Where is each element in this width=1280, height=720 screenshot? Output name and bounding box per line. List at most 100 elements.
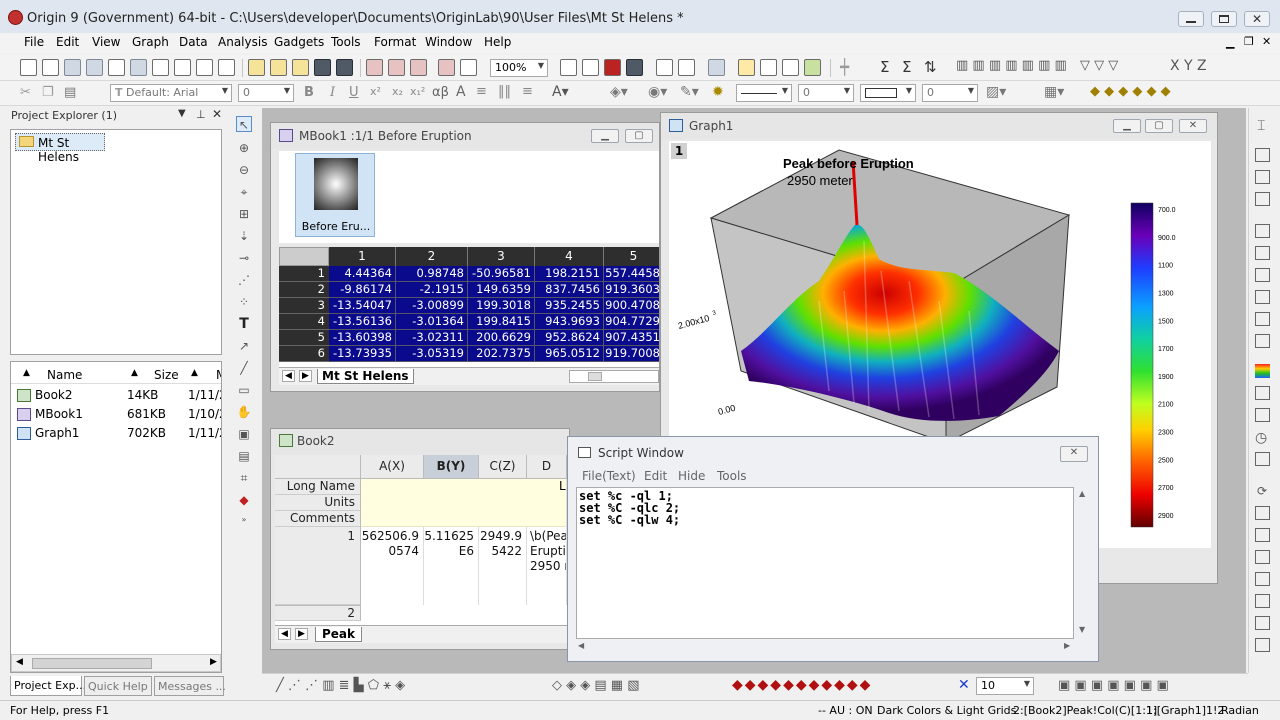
open-template-icon[interactable] (270, 59, 287, 76)
reader-icon[interactable]: ⌗ (236, 470, 252, 486)
import-wizard-icon[interactable] (366, 59, 383, 76)
hand-icon[interactable]: ✋ (236, 404, 252, 420)
matrix-cell[interactable]: 919.3603 (604, 282, 659, 298)
resize-icon[interactable] (1255, 528, 1270, 542)
open-icon[interactable] (248, 59, 265, 76)
menu-file[interactable]: File (24, 35, 44, 49)
row-label-units[interactable]: Units (275, 495, 361, 511)
fit-frame-icon[interactable]: ✕ (958, 677, 970, 693)
font-color-icon[interactable]: A▾ (552, 84, 569, 100)
col-header[interactable]: 3 (468, 247, 535, 266)
pointer-icon[interactable]: ↖ (236, 116, 252, 132)
matrix-cell[interactable]: -13.54047 (329, 298, 396, 314)
tab-messages[interactable]: Messages ... (154, 676, 226, 696)
new-script-icon[interactable] (218, 59, 235, 76)
font-size-select[interactable]: 0 ▼ (238, 84, 294, 102)
script-text[interactable]: set %c -ql 1; set %C -qlc 2; set %C -qlw… (579, 490, 680, 526)
matrix-cell[interactable]: -3.01364 (396, 314, 468, 330)
matrix-cell[interactable]: 904.7729 (604, 314, 659, 330)
new-function-icon[interactable] (152, 59, 169, 76)
col-header[interactable]: 4 (535, 247, 604, 266)
same-width-icon[interactable] (1255, 290, 1270, 304)
mdi-close-icon[interactable]: ✕ (1262, 35, 1271, 48)
script-window[interactable]: Script Window ✕ File(Text) Edit Hide Too… (567, 436, 1099, 662)
matrix-cell[interactable]: 900.4708 (604, 298, 659, 314)
rectangle-tool-icon[interactable]: ▭ (236, 382, 252, 398)
line-width-select[interactable]: 0 ▼ (798, 84, 854, 102)
matrix-grid[interactable]: 1 2 3 4 5 1 4.44364 0.98748 -50.96581 198.21… (279, 247, 659, 367)
align-right-icon[interactable] (1255, 246, 1270, 260)
tab-project-explorer[interactable]: Project Exp... (10, 676, 86, 696)
scroll-left-icon[interactable]: ◀ (16, 657, 23, 667)
script-menu-edit[interactable]: Edit (644, 469, 667, 483)
matrix-cell[interactable]: -3.00899 (396, 298, 468, 314)
hatch-icon[interactable]: ▨▾ (986, 84, 1006, 100)
zoom-out-icon[interactable]: ⊖ (236, 162, 252, 178)
notes-window-icon[interactable] (760, 59, 777, 76)
tab-next-icon[interactable]: ▶ (299, 370, 312, 382)
sum-icon[interactable]: Σ (880, 58, 889, 76)
book2-titlebar[interactable]: Book2 (271, 429, 569, 455)
script-hscroll[interactable]: ◀ ▶ (576, 641, 1074, 655)
row-header[interactable]: 2 (275, 605, 361, 621)
object-edit-icon[interactable] (1255, 170, 1270, 184)
data-selector-icon[interactable]: ⇣ (236, 228, 252, 244)
menu-format[interactable]: Format (374, 35, 416, 49)
import-ascii-icon[interactable] (388, 59, 405, 76)
script-titlebar[interactable]: Script Window ✕ (568, 437, 1098, 467)
superscript-icon[interactable]: x² (370, 85, 381, 98)
align-left-icon[interactable] (1255, 192, 1270, 206)
matrix-cell[interactable]: 0.98748 (396, 266, 468, 282)
matrix-cell[interactable]: -13.60398 (329, 330, 396, 346)
angle-step-select[interactable]: 10 ▼ (976, 677, 1034, 695)
tab-quick-help[interactable]: Quick Help (84, 676, 152, 696)
row-label-comments[interactable]: Comments (275, 511, 361, 527)
matrix-cell[interactable]: 149.6359 (468, 282, 535, 298)
corner-cell[interactable] (275, 455, 361, 479)
new-matrix-icon[interactable] (130, 59, 147, 76)
new-folder-icon[interactable] (42, 59, 59, 76)
matrix-cell[interactable]: -2.1915 (396, 282, 468, 298)
col-header[interactable]: C(Z) (479, 455, 527, 479)
tilt-icon[interactable] (1255, 572, 1270, 586)
mdi-minimize-icon[interactable]: ▁ (1226, 36, 1234, 49)
tab-prev-icon[interactable]: ◀ (282, 370, 295, 382)
graph-titlebar[interactable]: Graph1 ▁ ▢ ✕ (661, 113, 1217, 139)
pattern-icon[interactable]: ◉▾ (648, 84, 667, 100)
menu-graph[interactable]: Graph (132, 35, 169, 49)
row-header[interactable]: 1 (275, 527, 361, 605)
xyz-icons[interactable]: X Y Z (1170, 58, 1207, 74)
row-header[interactable]: 6 (279, 346, 329, 362)
new-workbook-icon[interactable] (64, 59, 81, 76)
matrix-cell[interactable]: 202.7375 (468, 346, 535, 362)
duplicate-icon[interactable] (438, 59, 455, 76)
object-tools-icon[interactable]: ◆ ◆ ◆ ◆ ◆ ◆ (1090, 84, 1171, 99)
graph-minimize-button[interactable]: ▁ (1113, 119, 1141, 133)
menu-tools[interactable]: Tools (331, 35, 361, 49)
col-size[interactable]: Size (154, 368, 179, 382)
import-multiple-icon[interactable] (410, 59, 427, 76)
refresh-icon[interactable] (582, 59, 599, 76)
group-icon[interactable] (1255, 386, 1270, 400)
menu-gadgets[interactable]: Gadgets (274, 35, 324, 49)
scroll-right-icon[interactable]: ▶ (210, 657, 217, 667)
graph-close-button[interactable]: ✕ (1179, 119, 1207, 133)
matrix-cell[interactable]: 557.4458 (604, 266, 659, 282)
pattern-width-select[interactable]: 0 ▼ (922, 84, 978, 102)
line-tool-icon[interactable]: ╱ (236, 360, 252, 376)
cell-b1[interactable]: 5.11625 E6 (424, 527, 479, 605)
new-project-icon[interactable] (20, 59, 37, 76)
row-header[interactable]: 5 (279, 330, 329, 346)
text-tool-icon[interactable]: T (236, 316, 252, 332)
matrix-hscroll[interactable] (569, 370, 659, 383)
matrix-cell[interactable]: -13.73935 (329, 346, 396, 362)
draw-data-icon[interactable]: ⁘ (236, 294, 252, 310)
flip-icon[interactable] (1255, 616, 1270, 630)
layer-icon[interactable]: ▤ (236, 448, 252, 464)
layout-icon[interactable]: ⌶ (1257, 118, 1265, 134)
matrix-cell[interactable]: -50.96581 (468, 266, 535, 282)
matrix-cell[interactable]: 199.8415 (468, 314, 535, 330)
plot-type-icons[interactable]: ╱ ⋰ ⋰ ▥ ≣ ▙ ⬠ ⚹ ◈ (276, 678, 405, 693)
3d-plot-icons[interactable]: ◇ ◈ ◈ ▤ ▦ ▧ (552, 678, 640, 693)
sheet-tab[interactable]: Peak (315, 627, 363, 642)
